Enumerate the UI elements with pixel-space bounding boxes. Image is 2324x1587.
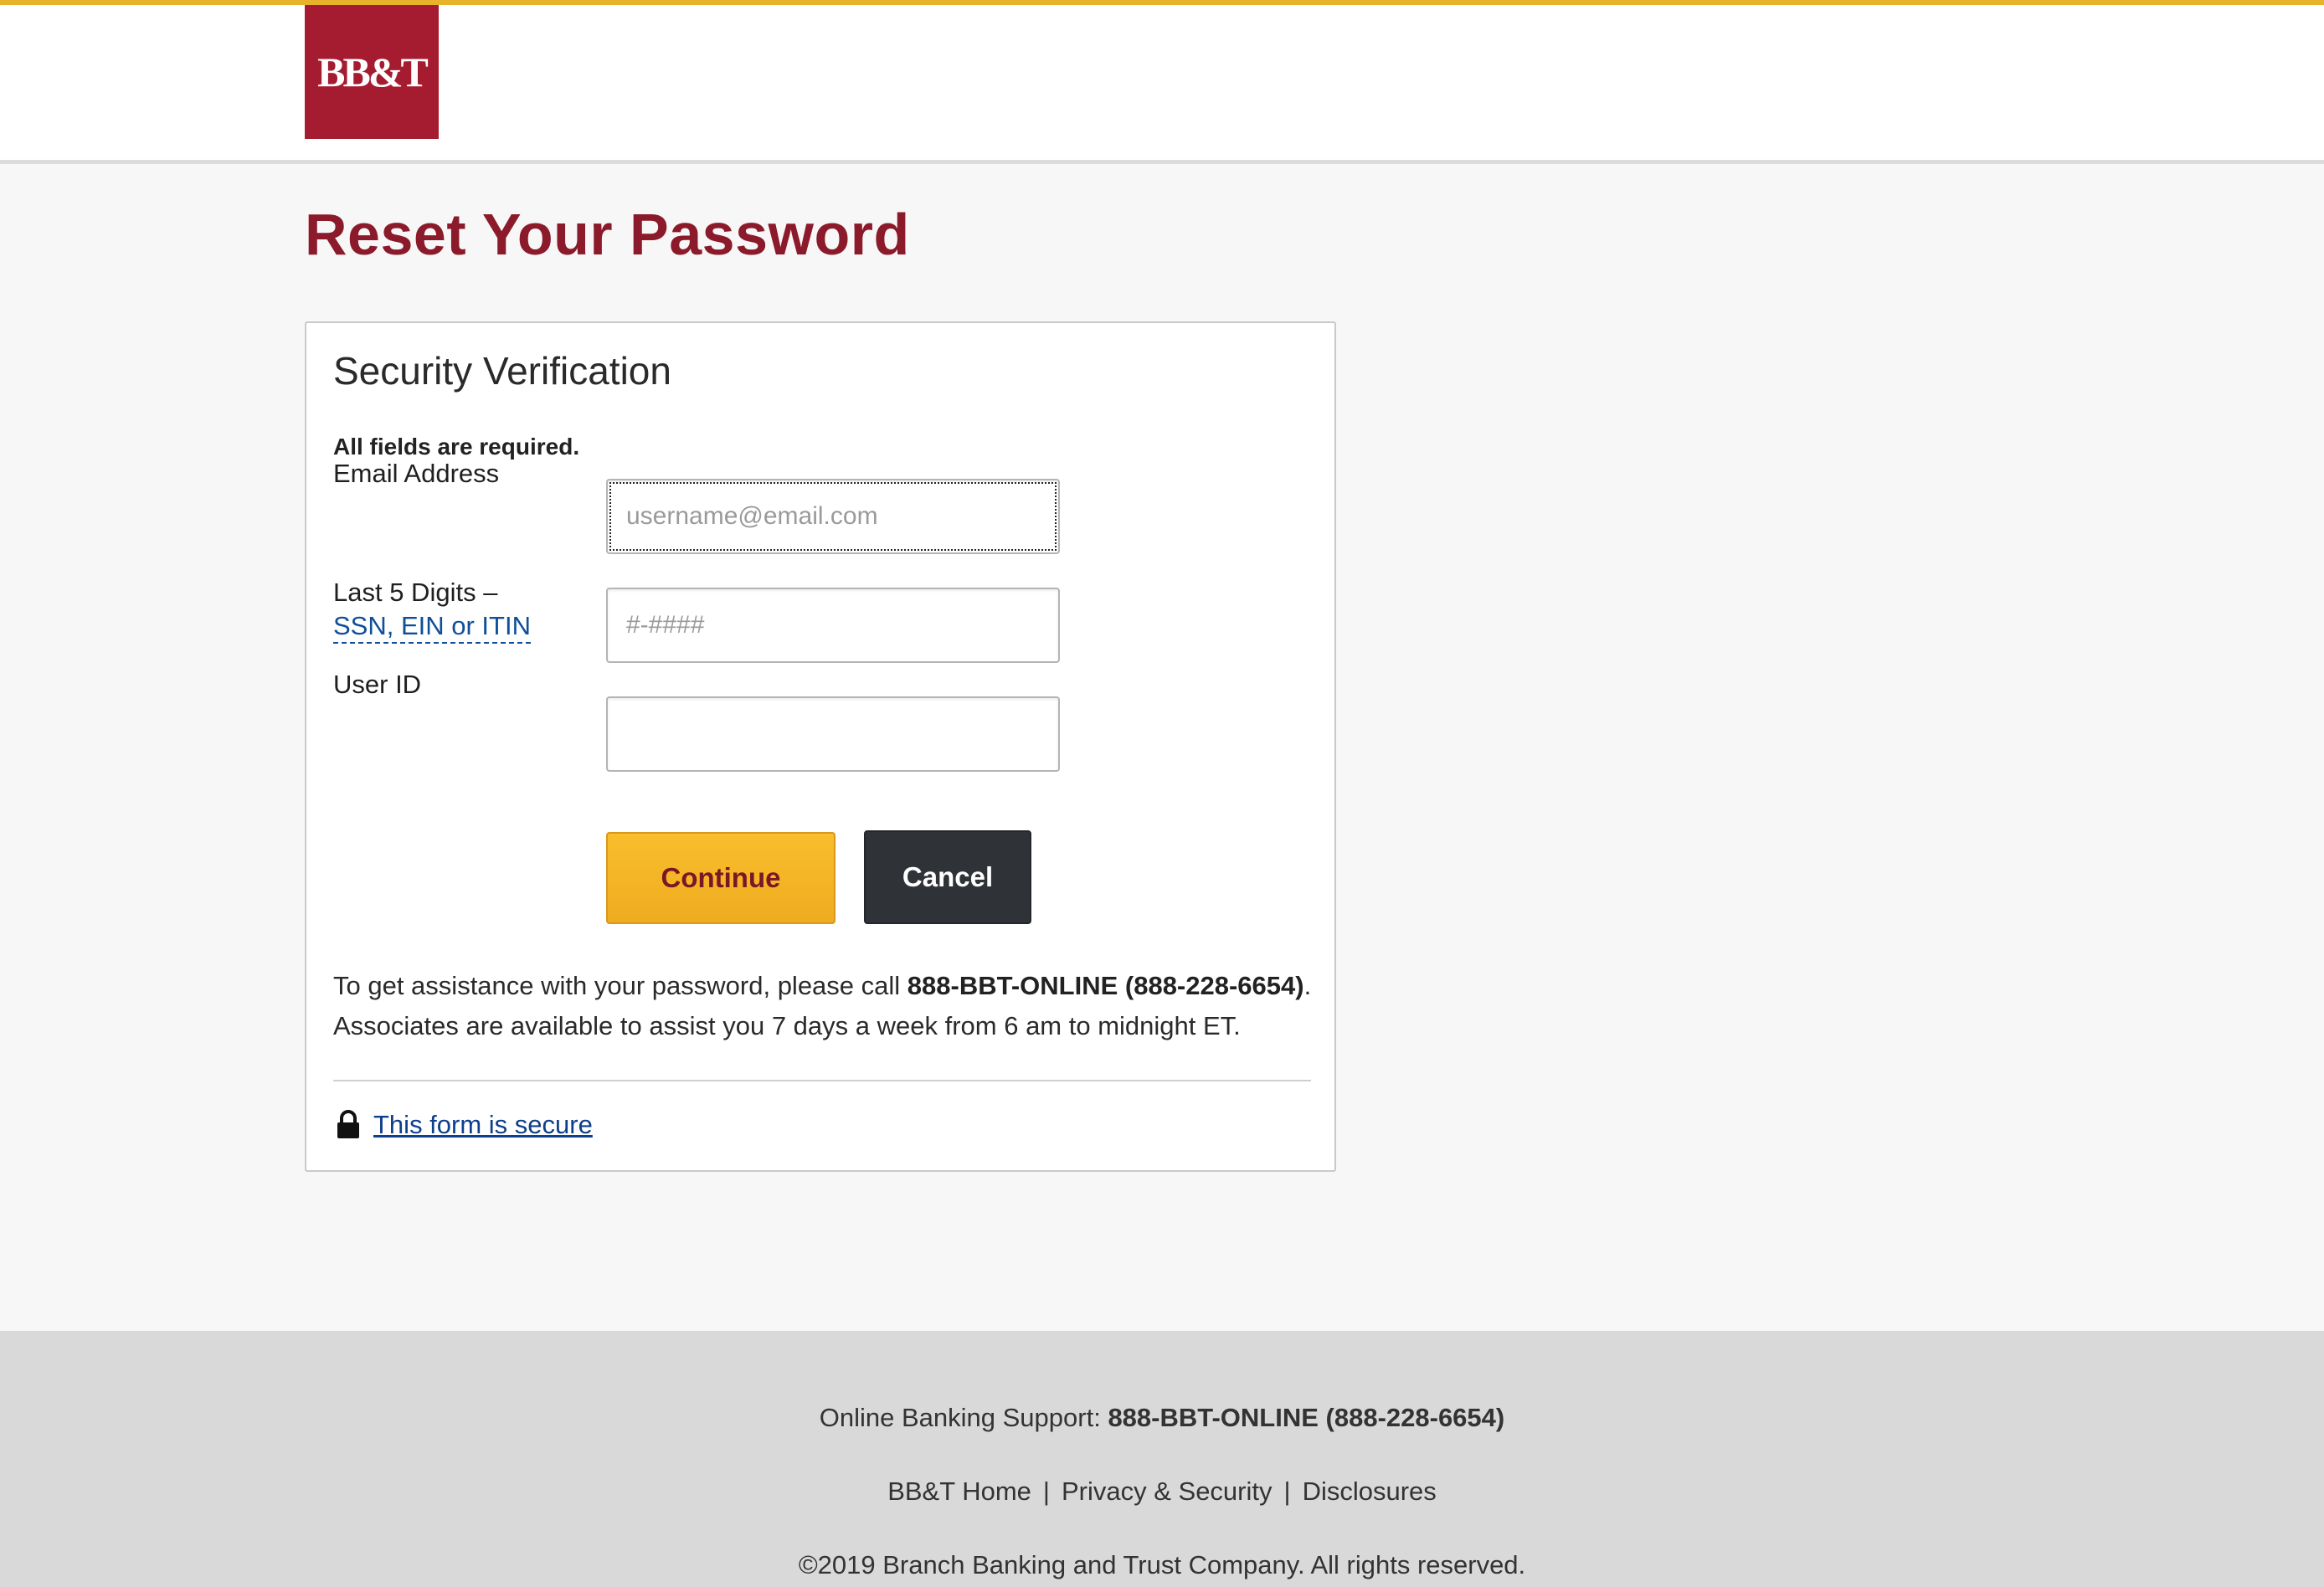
- assistance-prefix: To get assistance with your password, pl…: [333, 971, 907, 1000]
- footer-support: Online Banking Support: 888-BBT-ONLINE (…: [0, 1403, 2324, 1433]
- email-field[interactable]: [606, 479, 1060, 554]
- ssn-label: Last 5 Digits – SSN, EIN or ITIN: [333, 576, 531, 644]
- card-title: Security Verification: [333, 349, 671, 393]
- user-id-label-text: User ID: [333, 670, 422, 699]
- user-id-field[interactable]: [606, 696, 1060, 772]
- page-title: Reset Your Password: [305, 202, 910, 267]
- user-id-label: User ID: [333, 668, 421, 701]
- site-header: BB&T: [0, 0, 2324, 164]
- security-verification-card: Security Verification All fields are req…: [305, 321, 1336, 1172]
- secure-form-row: This form is secure: [335, 1110, 593, 1140]
- ssn-label-text: Last 5 Digits –: [333, 578, 498, 607]
- bbt-logo[interactable]: BB&T: [305, 5, 439, 139]
- continue-button[interactable]: Continue: [606, 832, 836, 924]
- footer-copyright: ©2019 Branch Banking and Trust Company. …: [798, 1550, 1526, 1579]
- footer-link-home[interactable]: BB&T Home: [887, 1477, 1031, 1506]
- email-label-text: Email Address: [333, 459, 500, 488]
- assistance-hours: Associates are available to assist you 7…: [333, 1011, 1241, 1040]
- email-label: Email Address: [333, 457, 499, 490]
- secure-form-link[interactable]: This form is secure: [373, 1110, 593, 1140]
- footer-links: BB&T Home | Privacy & Security | Disclosures: [0, 1477, 2324, 1507]
- footer-support-phone: 888-BBT-ONLINE (888-228-6654): [1108, 1403, 1505, 1432]
- assistance-phone: 888-BBT-ONLINE (888-228-6654): [907, 971, 1304, 1000]
- footer-link-disclosures[interactable]: Disclosures: [1303, 1477, 1437, 1506]
- ssn-last5-field[interactable]: [606, 588, 1060, 663]
- footer-link-privacy[interactable]: Privacy & Security: [1062, 1477, 1273, 1506]
- lock-icon: [337, 1110, 359, 1138]
- divider: [333, 1080, 1311, 1081]
- assistance-suffix: .: [1303, 971, 1312, 1000]
- assistance-text: To get assistance with your password, pl…: [333, 966, 1321, 1046]
- footer-support-label: Online Banking Support:: [819, 1403, 1108, 1432]
- site-footer: Online Banking Support: 888-BBT-ONLINE (…: [0, 1331, 2324, 1587]
- footer-separator: |: [1283, 1477, 1291, 1506]
- ssn-ein-itin-link[interactable]: SSN, EIN or ITIN: [333, 610, 531, 644]
- cancel-button[interactable]: Cancel: [864, 830, 1031, 924]
- footer-separator: |: [1042, 1477, 1050, 1506]
